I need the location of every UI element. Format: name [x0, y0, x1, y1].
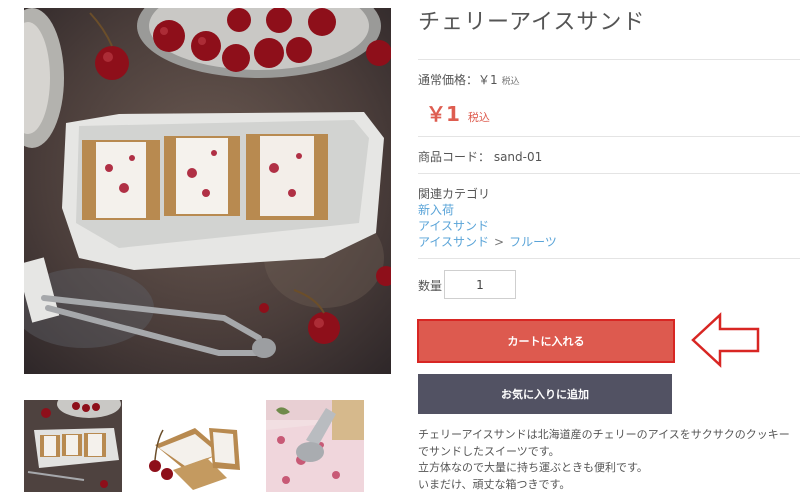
category-link-ice-sand[interactable]: アイスサンド — [418, 217, 489, 234]
arrow-left-outline-icon — [690, 312, 762, 372]
add-to-favorites-button[interactable]: お気に入りに追加 — [418, 374, 672, 414]
sale-price-value: ￥1 — [426, 102, 460, 126]
product-code: 商品コード： sand-01 — [418, 148, 542, 165]
quantity-input[interactable] — [444, 270, 516, 299]
thumbnail-1[interactable] — [24, 400, 122, 492]
product-title: チェリーアイスサンド — [418, 4, 645, 36]
description-line: でサンドしたスイーツです。 — [418, 444, 800, 461]
regular-price-label: 通常価格：￥1 — [418, 73, 498, 87]
product-description: チェリーアイスサンドは北海道産のチェリーのアイスをサクサクのクッキー でサンドし… — [418, 427, 800, 493]
sale-price: ￥1 税込 — [426, 98, 490, 127]
breadcrumb-ice-sand[interactable]: アイスサンド — [418, 235, 489, 249]
thumbnail-3[interactable] — [266, 400, 364, 492]
description-line: チェリーアイスサンドは北海道産のチェリーのアイスをサクサクのクッキー — [418, 427, 800, 444]
main-product-image — [24, 8, 391, 374]
divider — [418, 258, 800, 259]
category-link-new-arrivals[interactable]: 新入荷 — [418, 201, 454, 218]
category-link-ice-sand-fruit: アイスサンド > フルーツ — [418, 233, 557, 250]
regular-price-tax: 税込 — [502, 77, 520, 87]
divider — [418, 173, 800, 174]
breadcrumb-separator: > — [494, 235, 504, 249]
thumbnail-2[interactable] — [145, 400, 242, 492]
sale-price-tax: 税込 — [468, 111, 490, 124]
related-category-heading: 関連カテゴリ — [418, 185, 490, 202]
description-line: 立方体なので大量に持ち運ぶときも便利です。 — [418, 460, 800, 477]
quantity-label: 数量 — [418, 277, 442, 294]
add-to-cart-button[interactable]: カートに入れる — [419, 321, 673, 361]
description-line: いまだけ、頑丈な箱つきです。 — [418, 477, 800, 493]
divider — [418, 59, 800, 60]
divider — [418, 136, 800, 137]
regular-price: 通常価格：￥1 税込 — [418, 71, 520, 88]
breadcrumb-fruit[interactable]: フルーツ — [509, 235, 557, 249]
